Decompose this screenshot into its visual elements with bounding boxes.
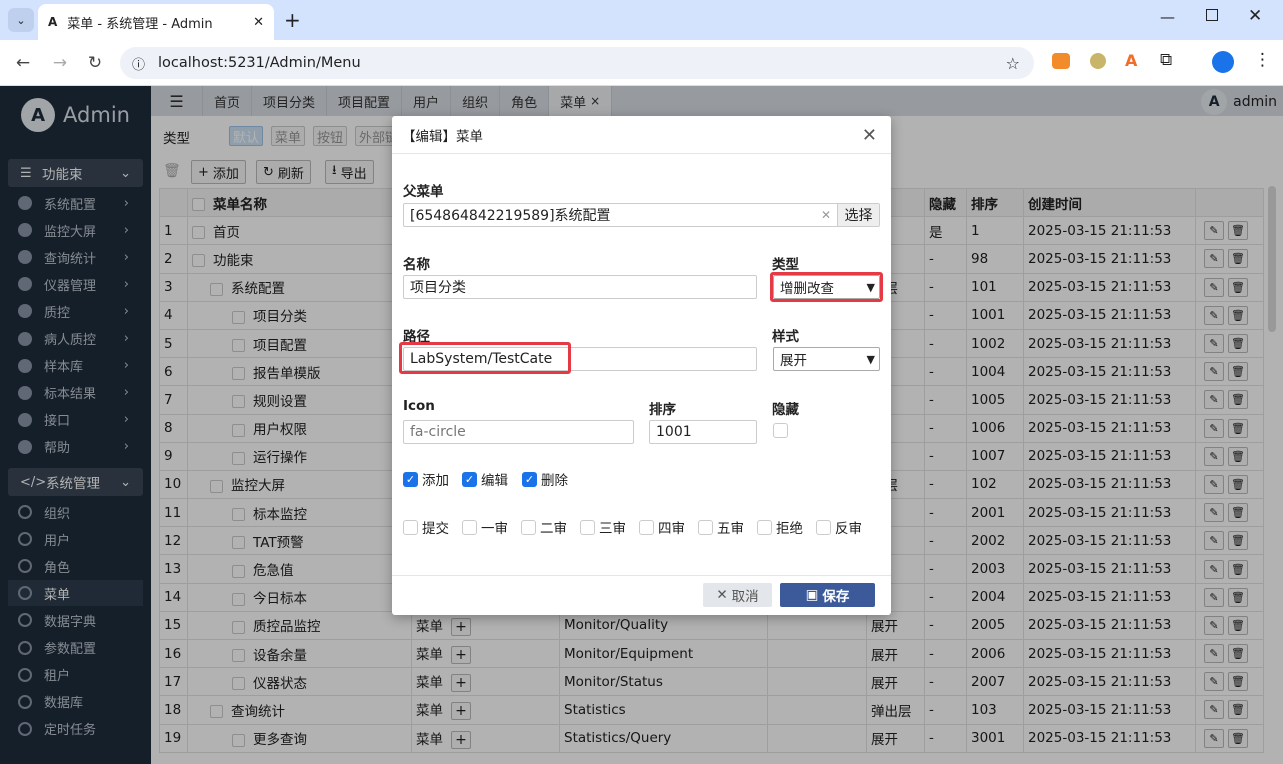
op-label: 编辑 [481,473,508,489]
op-label: 提交 [422,521,449,537]
op-checkbox[interactable]: 五审 [698,517,744,537]
save-icon: ▣ [805,587,819,603]
dialog-title: 【编辑】菜单 [402,128,483,145]
op-label: 删除 [541,473,568,489]
hidden-label: 隐藏 [772,402,799,418]
page-scrollbar[interactable] [1268,186,1276,332]
cancel-button[interactable]: ✕ 取消 [703,583,772,607]
tab-search-button[interactable]: ⌄ [8,8,34,32]
checkbox-box [403,519,418,535]
back-icon[interactable]: ← [10,50,36,76]
forward-icon[interactable]: → [47,50,73,76]
close-icon: ✕ [716,587,728,603]
name-input[interactable]: 项目分类 [403,275,757,299]
edit-menu-dialog: 【编辑】菜单 ✕ 父菜单 [654864842219589]系统配置 ✕ 选择 … [392,116,891,615]
close-tab-icon[interactable]: ✕ [253,15,264,30]
op-label: 二审 [540,521,567,537]
op-label: 五审 [717,521,744,537]
dialog-header: 【编辑】菜单 ✕ [392,116,891,154]
parent-menu-value: [654864842219589]系统配置 [410,208,611,224]
close-icon[interactable]: ✕ [862,125,877,146]
save-button[interactable]: ▣ 保存 [780,583,875,607]
cancel-label: 取消 [731,589,759,605]
checkbox-box [757,519,772,535]
op-label: 四审 [658,521,685,537]
dialog-footer: ✕ 取消 ▣ 保存 [392,575,891,615]
parent-label: 父菜单 [403,184,444,200]
op-checkbox[interactable]: 反审 [816,517,862,537]
checkbox-box [462,519,477,535]
type-label: 类型 [772,257,799,273]
op-checkbox[interactable]: 二审 [521,517,567,537]
style-select-value: 展开 [780,353,807,369]
op-label: 一审 [481,521,508,537]
checkmark-icon: ✓ [403,471,418,487]
checkbox-box [698,519,713,535]
minimize-icon[interactable]: — [1160,8,1175,26]
highlight-type [770,272,883,302]
profile-icon[interactable] [1212,51,1234,73]
metamask-extension-icon[interactable] [1052,53,1070,69]
extensions-puzzle-icon[interactable]: ⧉ [1160,50,1172,70]
highlight-path [399,342,571,374]
site-info-icon[interactable]: ⓘ [132,54,145,73]
sort-input[interactable]: 1001 [649,420,757,444]
hidden-checkbox[interactable] [773,423,788,438]
page-favicon-icon: A [48,15,58,29]
save-label: 保存 [822,589,850,605]
op-checkbox[interactable]: 一审 [462,517,508,537]
url-bar[interactable]: ⓘ localhost:5231/Admin/Menu ☆ [120,47,1034,79]
op-checkbox[interactable]: ✓ 添加 [403,469,449,489]
checkmark-icon: ✓ [462,471,477,487]
bookmark-star-icon[interactable]: ☆ [1006,54,1020,73]
op-checkbox[interactable]: ✓ 编辑 [462,469,508,489]
browser-tab-strip: ⌄ A 菜单 - 系统管理 - Admin ✕ + — ✕ [0,0,1283,40]
op-label: 三审 [599,521,626,537]
op-label: 拒绝 [776,521,803,537]
browser-menu-icon[interactable]: ⋮ [1254,50,1271,70]
reload-icon[interactable]: ↻ [82,50,108,76]
op-label: 反审 [835,521,862,537]
op-label: 添加 [422,473,449,489]
parent-menu-field[interactable]: [654864842219589]系统配置 ✕ 选择 [403,203,880,227]
checkbox-box [816,519,831,535]
close-window-icon[interactable]: ✕ [1248,6,1262,26]
sort-label: 排序 [649,402,676,418]
extension-icon[interactable] [1090,53,1106,69]
checkbox-box [639,519,654,535]
select-parent-button[interactable]: 选择 [837,204,879,226]
extension-a-icon[interactable]: A [1125,51,1137,70]
style-label: 样式 [772,329,799,345]
op-checkbox[interactable]: 提交 [403,517,449,537]
new-tab-icon[interactable]: + [284,8,301,32]
icon-label: Icon [403,398,435,414]
op-checkbox[interactable]: 四审 [639,517,685,537]
op-checkbox[interactable]: 拒绝 [757,517,803,537]
op-checkbox[interactable]: 三审 [580,517,626,537]
style-select[interactable]: 展开 ▼ [773,347,880,371]
op-checkbox[interactable]: ✓ 删除 [522,469,568,489]
icon-input[interactable]: fa-circle [403,420,634,444]
checkbox-box [521,519,536,535]
checkbox-box [580,519,595,535]
maximize-icon[interactable] [1206,9,1218,21]
chevron-down-icon: ▼ [866,352,875,366]
name-label: 名称 [403,257,430,273]
clear-icon[interactable]: ✕ [821,208,831,222]
browser-tab[interactable]: A 菜单 - 系统管理 - Admin ✕ [38,4,274,40]
url-text: localhost:5231/Admin/Menu [158,55,361,71]
browser-tab-title: 菜单 - 系统管理 - Admin [67,16,213,32]
checkmark-icon: ✓ [522,471,537,487]
